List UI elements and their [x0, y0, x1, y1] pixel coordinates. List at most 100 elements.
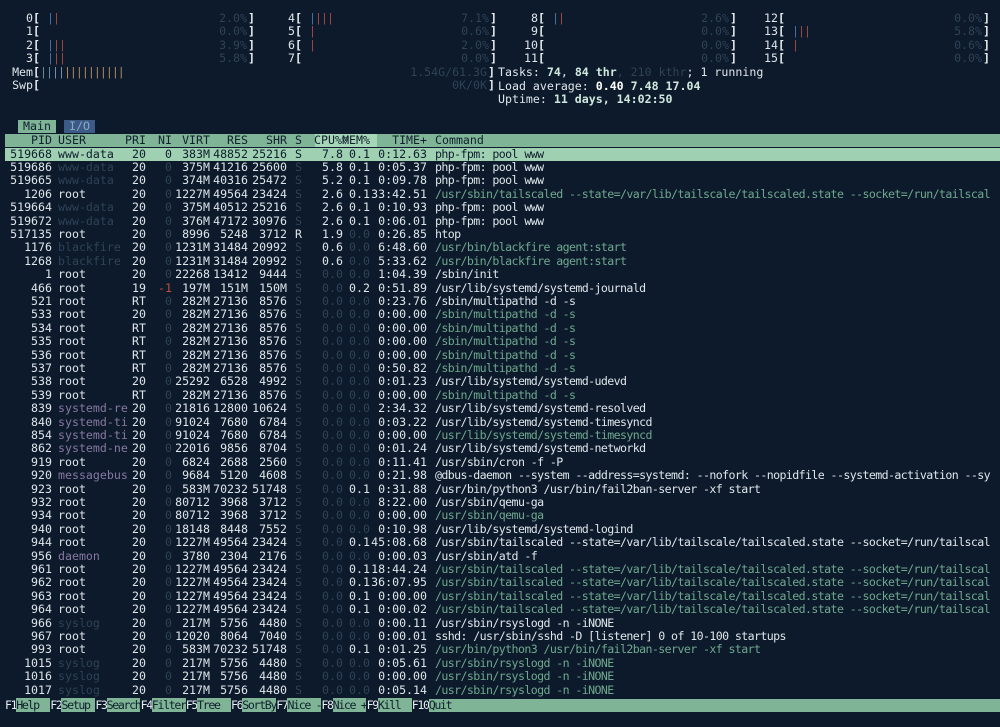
- process-row[interactable]: 934 root 20 0 80712 3968 3712 S 0.0 0.0 0:00.00/us…: [5, 508, 1000, 522]
- process-row[interactable]: 966 syslog 20 0 217M 5756 4480 S 0.0 0.0 0:00.11/u…: [5, 616, 1000, 630]
- process-row[interactable]: 517135 root 20 0 8996 5248 3712 R 1.9 0.0 0:26.85 h…: [5, 226, 1000, 241]
- column-mem[interactable]: MEM%: [342, 133, 370, 147]
- function-key-f8[interactable]: F8Nice +: [321, 698, 368, 712]
- process-row[interactable]: 963 root 20 0 1227M 49564 23424 S 0.0 0.1 0:00.00 /…: [5, 589, 1000, 603]
- column-user[interactable]: USER: [58, 133, 86, 147]
- column-pid[interactable]: PID: [31, 133, 52, 147]
- column-pri[interactable]: PRI: [125, 133, 146, 147]
- process-virt: 282M: [182, 334, 210, 349]
- column-shr[interactable]: SHR: [266, 133, 287, 147]
- process-row[interactable]: 521 root RT 0 282M 27136 8576 S 0.0 0.0 0:23.76/sb…: [5, 294, 1000, 308]
- process-row[interactable]: 962 root 20 0 1227M 49564 23424 S 0.0 0.1 36:07.95…: [5, 575, 1000, 590]
- tab-io[interactable]: I/O: [64, 120, 95, 133]
- function-key-f5[interactable]: F5Tree: [186, 698, 231, 712]
- column-state[interactable]: S: [295, 133, 302, 147]
- column-command[interactable]: Command: [435, 133, 484, 147]
- column-ni[interactable]: NI: [158, 133, 172, 147]
- process-row[interactable]: 1176 blackfire 20 0 1231M 31484 20992 S 0.6 0.0 6:…: [5, 240, 1000, 254]
- process-command: /usr/lib/systemd/systemd-networkd: [435, 441, 646, 456]
- process-row[interactable]: 940 root 20 0 18148 8448 7552 S 0.0 0.0 0:10.98/us…: [5, 522, 1000, 536]
- process-row[interactable]: 967 root 20 0 12020 8064 7040 S 0.0 0.0 0:00.01 ssh…: [5, 628, 1000, 643]
- process-row[interactable]: 1017 syslog 20 0 217M 5756 4480 S 0.0 0.0 0:05.14 /…: [5, 683, 1000, 697]
- process-row[interactable]: 923 root 20 0 583M 70232 51748 S 0.0 0.1 0:31.88/u…: [5, 482, 1000, 496]
- process-shr: 3712: [259, 226, 287, 241]
- process-row[interactable]: 533 root 20 0 282M 27136 8576 S 0.0 0.0 0:00.00/sb…: [5, 307, 1000, 321]
- function-key-f1[interactable]: F1Help: [5, 698, 51, 712]
- process-pid: 962: [31, 575, 52, 590]
- process-row[interactable]: 839 systemd-re 20 0 21816 12800 10624 S 0.0 0.0 2:…: [5, 401, 1000, 415]
- mem-meter: Mem[|||||||||||||| 1.54G/61.3G]: [0, 65, 495, 79]
- column-virt[interactable]: VIRT: [182, 133, 210, 147]
- process-row[interactable]: 961 root 20 0 1227M 49564 23424 S 0.0 0.1 18:44.24…: [5, 561, 1000, 576]
- process-priority: 20: [132, 602, 146, 617]
- process-shr: 23424: [252, 535, 287, 550]
- process-row[interactable]: 539 root RT 0 282M 27136 8576 S 0.0 0.0 0:00.00/sb…: [5, 388, 1000, 402]
- function-key-f3[interactable]: F3Search: [95, 698, 142, 712]
- tab-main[interactable]: Main: [18, 120, 56, 133]
- process-time: 8:22.00: [378, 494, 427, 509]
- process-row[interactable]: 466 root 19 -1 197M 151M 150M S 0.0 0.2 0:51.89/us…: [5, 280, 1000, 295]
- process-row[interactable]: 920 messagebus 20 0 9684 5120 4608 S 0.0 0.0 0:21.…: [5, 468, 1000, 483]
- process-row[interactable]: 919 root 20 0 6824 2688 2560 S 0.0 0.0 0:11.41/usr…: [5, 454, 1000, 469]
- cpu-meter: 6[| 2.0%]: [262, 37, 497, 52]
- process-row[interactable]: 519665 www-data 20 0 374M 40316 25472 S 5.2 0.1 0:…: [5, 173, 1000, 187]
- process-pid: 519664: [10, 200, 52, 215]
- process-row[interactable]: 854 systemd-ti 20 0 91024 7680 6784 S 0.0 0.0 0:00…: [5, 428, 1000, 442]
- process-shr: 8576: [259, 360, 287, 375]
- function-key-f7[interactable]: F7Nice -: [276, 698, 323, 712]
- process-state: S: [295, 159, 302, 174]
- process-row[interactable]: 862 systemd-ne 20 0 22016 9856 8704 S 0.0 0.0 0:01…: [5, 441, 1000, 456]
- process-row[interactable]: 519686 www-data 20 0 375M 41216 25600 S 5.8 0.1 0:…: [5, 159, 1000, 174]
- process-row[interactable]: 535 root RT 0 282M 27136 8576 S 0.0 0.0 0:00.00/sb…: [5, 334, 1000, 349]
- process-row[interactable]: 1016 syslog 20 0 217M 5756 4480 S 0.0 0.0 0:00.00 /…: [5, 669, 1000, 683]
- process-row[interactable]: 537 root RT 0 282M 27136 8576 S 0.0 0.0 0:50.82/sb…: [5, 360, 1000, 375]
- process-nice: 0: [165, 575, 172, 590]
- process-command: /usr/bin/python3 /usr/bin/fail2ban-serve…: [435, 642, 761, 657]
- cpu-percent: 2.0%: [219, 11, 247, 25]
- process-state: S: [295, 347, 302, 362]
- process-row[interactable]: 538 root 20 0 25292 6528 4992 S 0.0 0.0 0:01.23/us…: [5, 374, 1000, 388]
- column-time[interactable]: TIME+: [392, 133, 427, 147]
- process-nice: 0: [165, 628, 172, 643]
- process-row[interactable]: 1 root 20 0 22268 13412 9444 S 0.0 0.0 1:04.39/sbi…: [5, 267, 1000, 282]
- process-row-selected[interactable]: 519668 www-data 20 0 383M 48852 25216 S 7.8 0.1 0:…: [5, 146, 1000, 161]
- process-time: 0:51.89: [378, 280, 427, 295]
- cpu-label: 6[: [288, 37, 302, 52]
- process-virt: 3780: [182, 548, 210, 563]
- process-res: 49564: [213, 535, 248, 550]
- cpu-meter: 14[| 0.6%]: [745, 38, 990, 52]
- process-priority: 20: [132, 267, 146, 282]
- process-row[interactable]: 944 root 20 0 1227M 49564 23424 S 0.0 0.1 45:08.68…: [5, 535, 1000, 550]
- cpu-label: 1[: [26, 24, 40, 39]
- process-state: S: [295, 200, 302, 215]
- process-nice: 0: [165, 468, 172, 483]
- process-row[interactable]: 840 systemd-ti 20 0 91024 7680 6784 S 0.0 0.0 0:03…: [5, 415, 1000, 429]
- process-row[interactable]: 1206 root 20 0 1227M 49564 23424 S 2.6 0.1 33:42.5…: [5, 187, 1000, 201]
- process-row[interactable]: 519664 www-data 20 0 375M 40512 25216 S 2.6 0.1 0:…: [5, 200, 1000, 215]
- process-row[interactable]: 536 root RT 0 282M 27136 8576 S 0.0 0.0 0:00.00/sb…: [5, 347, 1000, 362]
- function-key-f10[interactable]: F10 Quit: [412, 698, 1000, 713]
- process-res: 27136: [213, 334, 248, 349]
- function-key-f2[interactable]: F2Setup: [50, 698, 96, 712]
- function-key-f4[interactable]: F4Filter: [141, 698, 187, 712]
- process-mem-percent: 0.1: [349, 159, 370, 174]
- cpu-usage-bar: |: [309, 37, 316, 52]
- function-key-f6[interactable]: F6SortBy: [231, 698, 277, 712]
- process-cpu-percent: 1.9: [322, 226, 343, 241]
- process-row[interactable]: 1015 syslog 20 0 217M 5756 4480 S 0.0 0.0 0:05.61 /…: [5, 656, 1000, 670]
- process-row[interactable]: 932 root 20 0 80712 3968 3712 S 0.0 0.0 8:22.00/us…: [5, 494, 1000, 509]
- process-row[interactable]: 1268 blackfire 20 0 1231M 31484 20992 S 0.6 0.0 5:…: [5, 254, 1000, 268]
- process-row[interactable]: 993 root 20 0 583M 70232 51748 S 0.0 0.1 0:01.25/u…: [5, 642, 1000, 657]
- process-state: S: [295, 454, 302, 469]
- process-res: 49564: [213, 561, 248, 576]
- function-key-f9[interactable]: F9Kill: [367, 698, 412, 712]
- process-row[interactable]: 534 root RT 0 282M 27136 8576 S 0.0 0.0 0:00.00/sb…: [5, 320, 1000, 335]
- process-res: 27136: [213, 347, 248, 362]
- process-row[interactable]: 964 root 20 0 1227M 49564 23424 S 0.0 0.1 0:00.02 /…: [5, 602, 1000, 617]
- process-row[interactable]: 519672 www-data 20 0 376M 47172 30976 S 2.6 0.1 0:…: [5, 214, 1000, 228]
- process-mem-percent: 0.0: [349, 320, 370, 335]
- column-res[interactable]: RES: [227, 133, 248, 147]
- process-row[interactable]: 956 daemon 20 0 3780 2304 2176 S 0.0 0.0 0:00.03/u…: [5, 548, 1000, 563]
- process-state: S: [295, 146, 302, 161]
- process-user: www-data: [58, 146, 114, 161]
